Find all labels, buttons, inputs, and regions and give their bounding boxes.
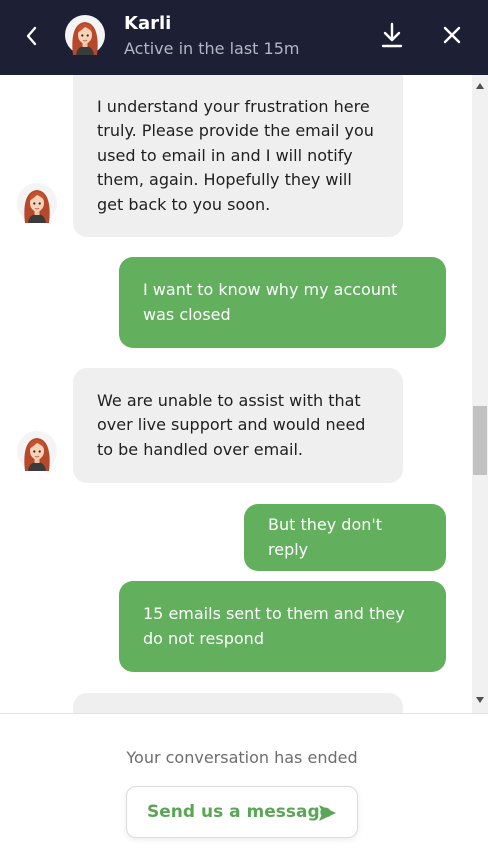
scroll-up-arrow-icon[interactable] [476, 83, 484, 89]
download-button[interactable] [376, 18, 408, 52]
user-message: But they don't reply [244, 504, 446, 571]
send-message-button[interactable]: Send us a message [126, 786, 358, 838]
chat-scrollbar[interactable] [472, 75, 488, 713]
close-button[interactable] [436, 19, 468, 51]
scroll-thumb[interactable] [473, 406, 487, 475]
agent-status: Active in the last 15m [124, 39, 300, 58]
chat-header: Karli Active in the last 15m [0, 0, 488, 75]
scroll-down-arrow-icon[interactable] [476, 697, 484, 703]
chat-footer: Your conversation has ended Send us a me… [0, 713, 488, 862]
agent-message [73, 693, 403, 713]
agent-message: I understand your frustration here truly… [73, 75, 403, 237]
user-message: I want to know why my account was closed [119, 257, 446, 348]
back-arrow-icon [26, 26, 37, 46]
send-message-label: Send us a message [147, 802, 332, 822]
agent-message-avatar [17, 183, 57, 223]
download-icon [381, 22, 403, 48]
conversation-ended-text: Your conversation has ended [126, 748, 358, 767]
send-icon [319, 805, 336, 821]
chat-transcript[interactable]: I understand your frustration here truly… [0, 75, 488, 713]
agent-avatar [65, 15, 105, 55]
close-icon [443, 26, 461, 44]
agent-message-avatar [17, 431, 57, 471]
agent-name: Karli [124, 13, 172, 34]
user-message: 15 emails sent to them and they do not r… [119, 581, 446, 672]
agent-message: We are unable to assist with that over l… [73, 368, 403, 483]
back-button[interactable] [16, 20, 48, 52]
